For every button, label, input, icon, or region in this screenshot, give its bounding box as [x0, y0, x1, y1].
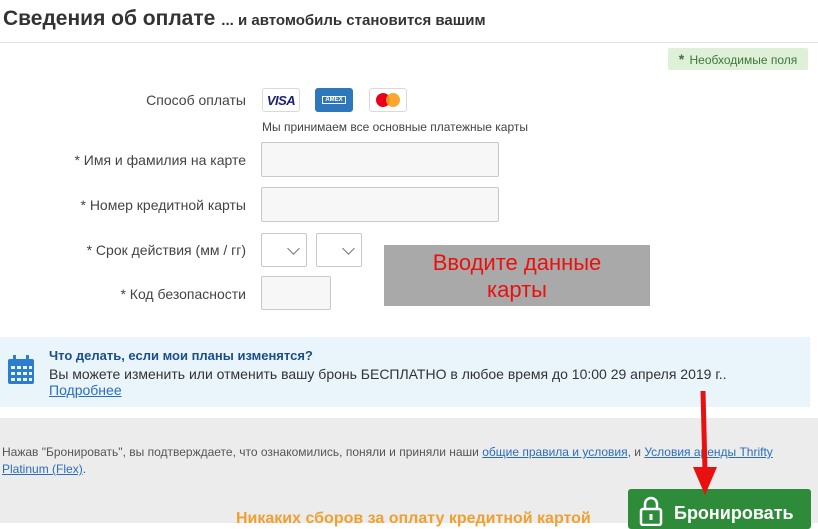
security-code-input[interactable]: [261, 276, 331, 310]
card-number-input[interactable]: [261, 187, 499, 222]
overlay-line-1: Вводите данные: [432, 250, 602, 275]
expiry-label: * Срок действия (мм / гг): [86, 242, 246, 258]
required-fields-text: Необходимые поля: [689, 53, 798, 67]
accepted-cards-note: Мы принимаем все основные платежные карт…: [262, 120, 529, 134]
more-details-link[interactable]: Подробнее: [49, 382, 122, 398]
expiry-year-select[interactable]: [316, 233, 362, 267]
chevron-down-icon: [342, 242, 355, 255]
mastercard-card-icon: [369, 88, 407, 112]
general-terms-link[interactable]: общие правила и условия: [482, 445, 627, 459]
chevron-down-icon: [287, 242, 300, 255]
cardholder-name-label: * Имя и фамилия на карте: [74, 152, 246, 168]
page-title-text: Сведения об оплате: [3, 7, 216, 30]
page-title: Сведения об оплате ... и автомобиль стано…: [3, 7, 486, 31]
required-star: *: [678, 51, 685, 67]
payment-method-label: Способ оплаты: [146, 92, 246, 108]
enter-card-data-overlay: Вводите данные карты: [384, 245, 650, 306]
info-text: Вы можете изменить или отменить вашу бро…: [49, 366, 727, 382]
required-fields-badge: * Необходимые поля: [668, 48, 808, 70]
legal-terms-text: Нажав "Бронировать", вы подтверждаете, ч…: [2, 444, 802, 478]
legal-suffix: .: [82, 462, 87, 476]
cardholder-name-input[interactable]: [261, 142, 499, 177]
visa-logo-text: VISA: [266, 92, 296, 108]
visa-card-icon: VISA: [262, 88, 300, 112]
overlay-line-2: карты: [487, 277, 547, 302]
info-title: Что делать, если мои планы изменятся?: [49, 348, 313, 363]
page-subtitle: ... и автомобиль становится вашим: [221, 12, 486, 29]
lock-icon: [639, 496, 663, 526]
calendar-icon: [8, 355, 34, 384]
amex-logo-text: AMEX: [322, 96, 346, 104]
legal-middle: , и: [627, 445, 645, 459]
expiry-month-select[interactable]: [261, 233, 307, 267]
annotation-arrow-icon: [693, 391, 717, 495]
book-button[interactable]: Бронировать: [628, 489, 811, 529]
legal-prefix: Нажав "Бронировать", вы подтверждаете, ч…: [2, 445, 483, 459]
no-card-fees-text: Никаких сборов за оплату кредитной карто…: [236, 510, 591, 527]
book-button-label: Бронировать: [674, 503, 794, 523]
security-code-label: * Код безопасности: [120, 286, 246, 302]
card-number-label: * Номер кредитной карты: [80, 197, 246, 213]
amex-card-icon: AMEX: [315, 88, 353, 112]
